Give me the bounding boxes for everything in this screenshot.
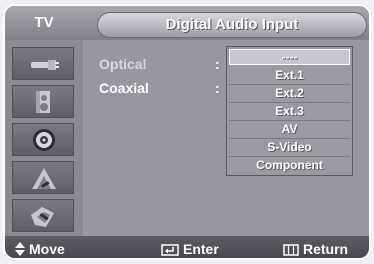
setup-tools-icon [32, 168, 56, 189]
sound-disc-icon [33, 129, 55, 151]
speaker-icon [36, 91, 50, 113]
enter-label: Enter [183, 241, 219, 257]
move-hint: Move [15, 236, 65, 258]
sidebar-item-input[interactable] [12, 47, 74, 80]
return-label: Return [303, 241, 349, 257]
move-label: Move [29, 241, 65, 257]
sidebar-item-picture[interactable] [12, 85, 74, 118]
coaxial-label[interactable]: Coaxial [99, 80, 149, 96]
enter-hint: Enter [161, 236, 219, 258]
sidebar-item-sound[interactable] [12, 123, 74, 156]
return-icon [283, 244, 299, 256]
menu-title: Digital Audio Input [97, 12, 367, 38]
antenna-plug-icon [31, 60, 59, 70]
optical-label[interactable]: Optical [99, 56, 146, 72]
dropdown-option[interactable]: Ext.1 [229, 67, 350, 83]
return-hint: Return [283, 236, 349, 258]
channel-settings-icon [31, 207, 54, 227]
coaxial-colon: : [215, 80, 220, 96]
menu-header: TV Digital Audio Input [5, 6, 369, 40]
dropdown-option[interactable]: Ext.3 [229, 103, 350, 119]
sidebar-item-setup[interactable] [12, 161, 74, 194]
dropdown-option[interactable]: Ext.2 [229, 85, 350, 101]
sidebar [5, 40, 83, 236]
dropdown-option[interactable]: AV [229, 121, 350, 137]
optical-colon: : [215, 56, 220, 72]
tv-menu-label: TV [34, 14, 54, 31]
footer-bar: Move Enter Return [5, 236, 369, 258]
dropdown-option[interactable]: Component [229, 157, 350, 173]
sidebar-item-channel[interactable] [12, 199, 74, 232]
up-down-arrows-icon [15, 242, 25, 256]
enter-icon [161, 244, 179, 256]
dropdown-option[interactable]: S-Video [229, 139, 350, 155]
dropdown-option[interactable]: ---- [229, 49, 350, 65]
source-dropdown-list: ---- Ext.1 Ext.2 Ext.3 AV S-Video Compon… [226, 46, 353, 176]
